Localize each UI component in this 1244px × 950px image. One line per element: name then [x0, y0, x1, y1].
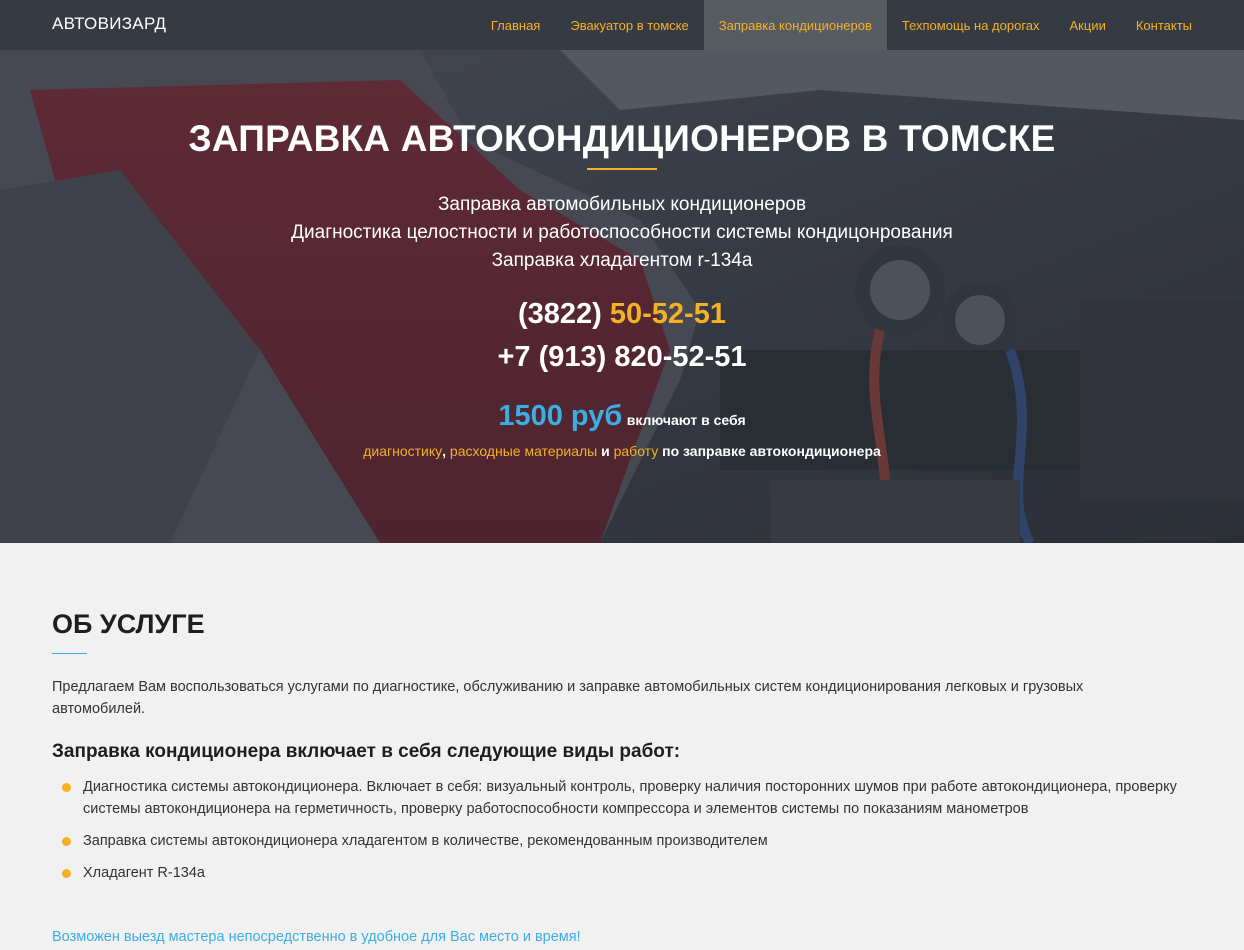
- brand-logo[interactable]: АВТОВИЗАРД: [52, 14, 166, 34]
- about-section: ОБ УСЛУГЕ Предлагаем Вам воспользоваться…: [0, 543, 1244, 950]
- hero-line-refrigerant: Заправка хладагентом r-134a: [491, 250, 753, 271]
- visit-note: Возможен выезд мастера непосредственно в…: [52, 929, 581, 945]
- nav-item-ac-refill[interactable]: Заправка кондиционеров: [703, 0, 887, 50]
- phone-landline[interactable]: (3822) 50-52-51: [0, 298, 1244, 331]
- nav-item-road-help[interactable]: Техпомощь на дорогах: [887, 0, 1055, 50]
- list-item: Хладагент R-134a: [62, 862, 1192, 884]
- hero-title-underline: [587, 168, 657, 170]
- price-line: 1500 руб включают в себя: [0, 400, 1244, 433]
- include-materials: расходные материалы: [449, 443, 598, 459]
- hero-section: ЗАПРАВКА АВТОКОНДИЦИОНЕРОВ В ТОМСКЕ Запр…: [0, 50, 1244, 543]
- hero-line-diagnostics: Диагностика целостности и работоспособно…: [291, 222, 953, 243]
- phone-mobile[interactable]: +7 (913) 820-52-51: [0, 341, 1244, 374]
- list-item: Заправка системы автокондиционера хладаг…: [62, 830, 1192, 852]
- price-tail: включают в себя: [626, 412, 746, 428]
- include-work: работу: [613, 443, 659, 459]
- price-includes: диагностику, расходные материалы и работ…: [363, 443, 881, 459]
- navbar: АВТОВИЗАРД Главная Эвакуатор в томске За…: [0, 0, 1244, 50]
- bullet-icon: [62, 869, 71, 878]
- price-value: 1500 руб: [498, 400, 623, 432]
- hero-title: ЗАПРАВКА АВТОКОНДИЦИОНЕРОВ В ТОМСКЕ: [188, 118, 1056, 159]
- nav-item-home[interactable]: Главная: [476, 0, 555, 50]
- hero-line-refill: Заправка автомобильных кондиционеров: [437, 194, 807, 215]
- hero-content: ЗАПРАВКА АВТОКОНДИЦИОНЕРОВ В ТОМСКЕ Запр…: [0, 50, 1244, 543]
- phone-landline-code: (3822): [518, 298, 602, 330]
- main-nav: Главная Эвакуатор в томске Заправка конд…: [476, 0, 1207, 50]
- about-intro: Предлагаем Вам воспользоваться услугами …: [52, 679, 1084, 717]
- nav-item-contacts[interactable]: Контакты: [1121, 0, 1207, 50]
- include-diagnostics: диагностику: [363, 443, 443, 459]
- about-subtitle: Заправка кондиционера включает в себя сл…: [52, 741, 681, 762]
- bullet-icon: [62, 783, 71, 792]
- phone-landline-number: 50-52-51: [609, 298, 726, 330]
- works-list: Диагностика системы автокондиционера. Вк…: [62, 776, 1192, 894]
- about-title-underline: [52, 653, 87, 654]
- about-title: ОБ УСЛУГЕ: [52, 609, 205, 639]
- nav-item-promotions[interactable]: Акции: [1055, 0, 1121, 50]
- nav-item-tow-truck[interactable]: Эвакуатор в томске: [555, 0, 703, 50]
- list-item: Диагностика системы автокондиционера. Вк…: [62, 776, 1192, 820]
- bullet-icon: [62, 837, 71, 846]
